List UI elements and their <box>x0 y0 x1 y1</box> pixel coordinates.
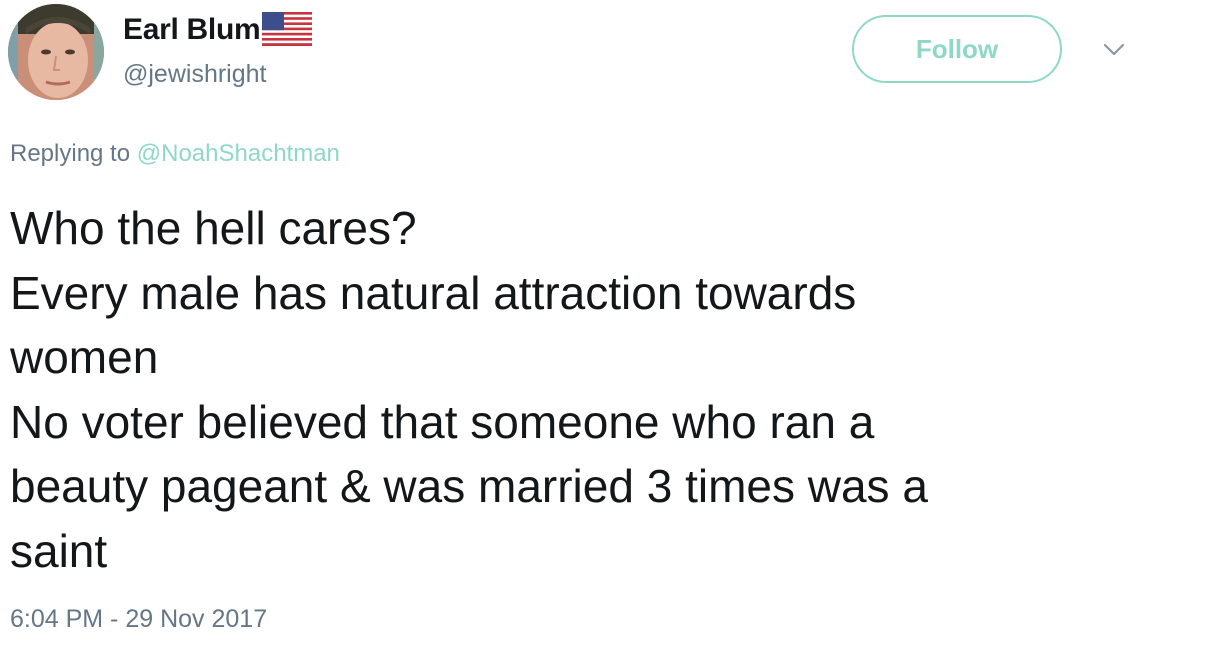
tweet-text-line: Who the hell cares? <box>10 202 417 254</box>
follow-button[interactable]: Follow <box>852 15 1062 83</box>
tweet-text-line: No voter believed that someone who ran a <box>10 395 875 448</box>
tweet-text-line: saint <box>10 524 108 577</box>
tweet-text-line: women <box>10 331 159 383</box>
avatar[interactable] <box>8 4 104 100</box>
reply-context: Replying to @NoahShachtman <box>10 140 340 168</box>
chevron-down-icon[interactable] <box>1101 40 1127 60</box>
reply-target-link[interactable]: @NoahShachtman <box>137 140 340 167</box>
tweet-text-line: beauty pageant & was married 3 times was… <box>10 460 928 512</box>
author-name-row: Earl Blum <box>123 10 313 50</box>
tweet-card: Earl Blum @jewishright Follow Replying t… <box>0 0 1228 656</box>
reply-prefix: Replying to <box>10 140 131 167</box>
user-avatar-icon <box>8 4 104 100</box>
tweet-text-line: Every male has natural attraction toward… <box>10 266 857 319</box>
author-display-name[interactable]: Earl Blum <box>123 13 261 47</box>
us-flag-icon <box>262 12 313 46</box>
tweet-text: Who the hell cares? Every male has natur… <box>10 196 1190 583</box>
author-handle[interactable]: @jewishright <box>123 60 266 89</box>
tweet-timestamp[interactable]: 6:04 PM - 29 Nov 2017 <box>10 605 267 634</box>
